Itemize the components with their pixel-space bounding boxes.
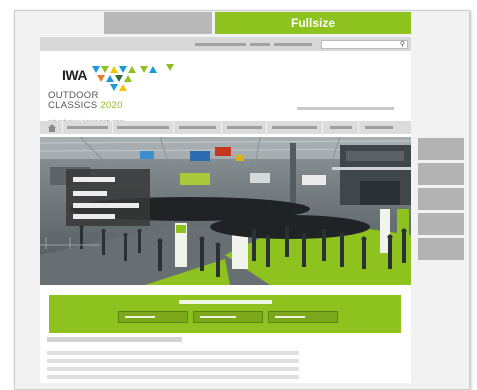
nav-separator bbox=[266, 121, 267, 134]
preview-tab[interactable] bbox=[104, 12, 212, 34]
side-tab[interactable] bbox=[418, 138, 464, 160]
logo-triangles-icon bbox=[92, 64, 174, 91]
caption-line bbox=[73, 191, 107, 196]
nav-separator bbox=[221, 121, 222, 134]
side-tab[interactable] bbox=[418, 163, 464, 185]
caption-line bbox=[73, 177, 115, 182]
nav-separator bbox=[322, 121, 323, 134]
top-utility-bar: ⚲ bbox=[40, 37, 411, 51]
top-link[interactable] bbox=[274, 43, 312, 46]
nav-item[interactable] bbox=[365, 126, 393, 129]
nav-separator bbox=[173, 121, 174, 134]
nav-separator bbox=[62, 121, 63, 134]
call-to-action-box bbox=[49, 295, 401, 333]
nav-separator bbox=[112, 121, 113, 134]
nav-item[interactable] bbox=[330, 126, 352, 129]
nav-item[interactable] bbox=[179, 126, 216, 129]
website-preview: ⚲ IWA OUTDOOR CLASSICS 2020 High perform… bbox=[40, 37, 411, 383]
search-icon[interactable]: ⚲ bbox=[400, 40, 405, 49]
nav-item[interactable] bbox=[227, 126, 262, 129]
content-text-line bbox=[47, 351, 299, 355]
header-divider bbox=[297, 107, 394, 110]
top-link[interactable] bbox=[195, 43, 246, 46]
cta-button-label bbox=[200, 316, 236, 318]
cta-button[interactable] bbox=[268, 311, 338, 323]
caption-line bbox=[73, 203, 139, 208]
side-tab-stack bbox=[418, 138, 464, 263]
home-icon-glyph bbox=[47, 123, 56, 132]
cta-heading bbox=[179, 300, 272, 304]
cta-button[interactable] bbox=[193, 311, 263, 323]
side-tab[interactable] bbox=[418, 238, 464, 260]
nav-item[interactable] bbox=[117, 126, 169, 129]
hero-caption-box bbox=[66, 169, 150, 226]
side-tab[interactable] bbox=[418, 188, 464, 210]
fullsize-tab[interactable]: Fullsize bbox=[215, 12, 411, 34]
top-link[interactable] bbox=[250, 43, 270, 46]
hero-image[interactable] bbox=[40, 137, 411, 285]
content-text-line bbox=[47, 359, 299, 363]
nav-separator bbox=[358, 121, 359, 134]
logo-brand: IWA bbox=[62, 67, 87, 83]
nav-item[interactable] bbox=[272, 126, 317, 129]
content-heading bbox=[47, 337, 182, 342]
search-input[interactable]: ⚲ bbox=[321, 40, 408, 49]
main-navigation bbox=[40, 121, 411, 134]
side-tab[interactable] bbox=[418, 213, 464, 235]
caption-line bbox=[73, 214, 115, 219]
logo-line-2: CLASSICS 2020 bbox=[48, 100, 123, 111]
content-text-line bbox=[47, 375, 299, 379]
content-text-line bbox=[47, 367, 299, 371]
home-icon[interactable] bbox=[46, 122, 57, 133]
logo-year: 2020 bbox=[100, 100, 123, 111]
nav-item[interactable] bbox=[67, 126, 108, 129]
cta-button[interactable] bbox=[118, 311, 188, 323]
cta-button-label bbox=[275, 316, 305, 318]
cta-button-label bbox=[125, 316, 155, 318]
